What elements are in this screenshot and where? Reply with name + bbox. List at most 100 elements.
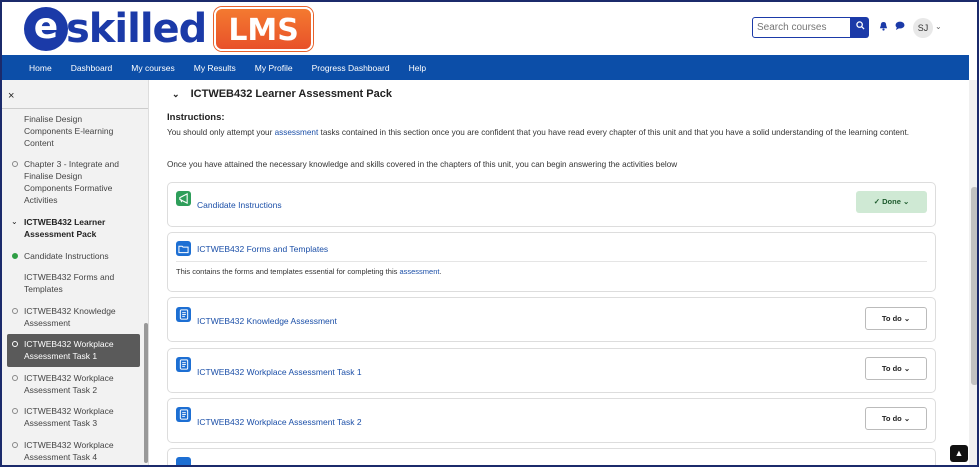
todo-label: To do [881,414,902,423]
incomplete-circle-icon [12,442,18,448]
activity-title-link[interactable]: ICTWEB432 Forms and Templates [197,244,328,254]
sidebar-item-workplace-task-3[interactable]: ICTWEB432 Workplace Assessment Task 3 [12,405,132,429]
sidebar-item-candidate-instructions[interactable]: Candidate Instructions [12,250,132,262]
sidebar-item-label: ICTWEB432 Forms and Templates [24,272,115,294]
chevron-down-icon: ⌄ [901,364,911,373]
nav-home[interactable]: Home [29,63,52,73]
sidebar-item-label: Candidate Instructions [24,251,109,261]
assignment-icon [176,407,191,422]
incomplete-circle-icon [12,161,18,167]
activity-card-forms-templates: ICTWEB432 Forms and Templates This conta… [167,232,936,292]
close-drawer-icon[interactable]: × [8,90,14,102]
desc-text-start: This contains the forms and templates es… [176,267,400,276]
instructions-paragraph-2: Once you have attained the necessary kno… [167,160,678,169]
sidebar-item-workplace-task-2[interactable]: ICTWEB432 Workplace Assessment Task 2 [12,372,132,396]
chat-icon [895,21,905,30]
sidebar-section-assessment-pack[interactable]: ⌄ ICTWEB432 Learner Assessment Pack [11,216,132,240]
announcement-icon [176,191,191,206]
sidebar-item-label: ICTWEB432 Workplace Assessment Task 1 [24,339,114,361]
activity-card-knowledge-assessment: ICTWEB432 Knowledge Assessment To do ⌄ [167,297,936,342]
chevron-down-icon[interactable]: ⌄ [172,89,180,99]
chevron-down-icon: ⌄ [901,414,911,423]
activity-title-link[interactable]: ICTWEB432 Workplace Assessment Task 1 [197,367,362,377]
nav-my-profile[interactable]: My Profile [255,63,293,73]
eskilled-logo[interactable]: e skilled LMS [24,6,313,52]
completed-dot-icon [12,253,18,259]
search-input[interactable] [752,17,851,38]
assignment-icon [176,457,191,465]
chevron-down-icon[interactable]: ⌄ [11,216,18,228]
para1-text-end: tasks contained in this section once you… [318,128,910,137]
incomplete-circle-icon [12,408,18,414]
todo-label: To do [881,314,902,323]
user-avatar[interactable]: SJ [913,18,933,38]
sidebar-item-label: ICTWEB432 Workplace Assessment Task 3 [24,406,114,428]
check-icon: ✓ [873,197,883,206]
nav-my-results[interactable]: My Results [194,63,236,73]
messages-button[interactable] [895,21,905,33]
logo-text: skilled [66,6,207,52]
activity-title-link[interactable]: ICTWEB432 Workplace Assessment Task 2 [197,417,362,427]
todo-label: To do [881,364,902,373]
sidebar-item-label: ICTWEB432 Workplace Assessment Task 4 [24,440,114,462]
nav-help[interactable]: Help [409,63,426,73]
incomplete-circle-icon [12,308,18,314]
back-to-top-button[interactable]: ▲ [950,445,968,462]
assessment-glossary-link[interactable]: assessment [399,267,439,276]
done-label: Done [882,197,901,206]
drawer-divider [2,108,148,109]
sidebar-item-finalise-design-content[interactable]: Finalise Design Components E-learning Co… [14,113,132,149]
para1-text-start: You should only attempt your [167,128,275,137]
site-header: e skilled LMS SJ ⌄ [2,2,977,55]
assignment-icon [176,307,191,322]
incomplete-circle-icon [12,341,18,347]
section-title: ICTWEB432 Learner Assessment Pack [190,88,392,100]
sidebar-item-knowledge-assessment[interactable]: ICTWEB432 Knowledge Assessment [12,305,132,329]
course-search [752,17,869,38]
logo-e: e [24,7,68,51]
instructions-heading: Instructions: [167,112,225,123]
activity-description: This contains the forms and templates es… [176,267,442,276]
nav-dashboard[interactable]: Dashboard [71,63,113,73]
nav-my-courses[interactable]: My courses [131,63,174,73]
search-button[interactable] [851,17,869,38]
activity-card-workplace-task-2: ICTWEB432 Workplace Assessment Task 2 To… [167,398,936,443]
notifications-button[interactable] [879,21,888,34]
activity-card-partial [167,448,936,465]
sidebar-item-label: ICTWEB432 Workplace Assessment Task 2 [24,373,114,395]
course-content: ⌄ ICTWEB432 Learner Assessment Pack Inst… [150,80,969,465]
completion-todo-button[interactable]: To do ⌄ [865,407,927,430]
assessment-glossary-link[interactable]: assessment [275,128,319,137]
folder-icon [176,241,191,256]
sidebar-scrollbar[interactable] [144,323,148,463]
completion-todo-button[interactable]: To do ⌄ [865,307,927,330]
sidebar-item-workplace-task-1[interactable]: ICTWEB432 Workplace Assessment Task 1 [12,338,132,362]
activity-card-workplace-task-1: ICTWEB432 Workplace Assessment Task 1 To… [167,348,936,393]
sidebar-section-label: ICTWEB432 Learner Assessment Pack [24,217,106,239]
sidebar-item-label: ICTWEB432 Knowledge Assessment [24,306,116,328]
instructions-paragraph-1: You should only attempt your assessment … [167,127,937,139]
sidebar-item-label: Chapter 3 - Integrate and Finalise Desig… [24,159,119,205]
sidebar-item-workplace-task-4[interactable]: ICTWEB432 Workplace Assessment Task 4 [12,439,132,463]
activity-title-link[interactable]: Candidate Instructions [197,200,282,210]
completion-todo-button[interactable]: To do ⌄ [865,357,927,380]
main-navigation: Home Dashboard My courses My Results My … [2,55,969,80]
chevron-down-icon: ⌄ [900,197,910,206]
search-icon [855,21,865,30]
activity-card-candidate-instructions: Candidate Instructions ✓ Done ⌄ [167,182,936,227]
sidebar-item-chapter-3-formative[interactable]: Chapter 3 - Integrate and Finalise Desig… [12,158,132,206]
app-window: e skilled LMS SJ ⌄ Home Dashboard My cou… [0,0,979,467]
page-scrollbar-thumb[interactable] [971,187,977,385]
course-index-drawer: × Finalise Design Components E-learning … [2,80,149,465]
section-header[interactable]: ⌄ ICTWEB432 Learner Assessment Pack [172,88,392,100]
desc-text-end: . [439,267,442,276]
chevron-down-icon: ⌄ [901,314,911,323]
user-menu-chevron-down-icon[interactable]: ⌄ [935,22,942,31]
card-divider [176,261,927,262]
sidebar-item-forms-templates[interactable]: ICTWEB432 Forms and Templates [14,271,132,295]
nav-progress-dashboard[interactable]: Progress Dashboard [312,63,390,73]
activity-title-link[interactable]: ICTWEB432 Knowledge Assessment [197,316,337,326]
assignment-icon [176,357,191,372]
incomplete-circle-icon [12,375,18,381]
completion-done-button[interactable]: ✓ Done ⌄ [856,191,927,213]
